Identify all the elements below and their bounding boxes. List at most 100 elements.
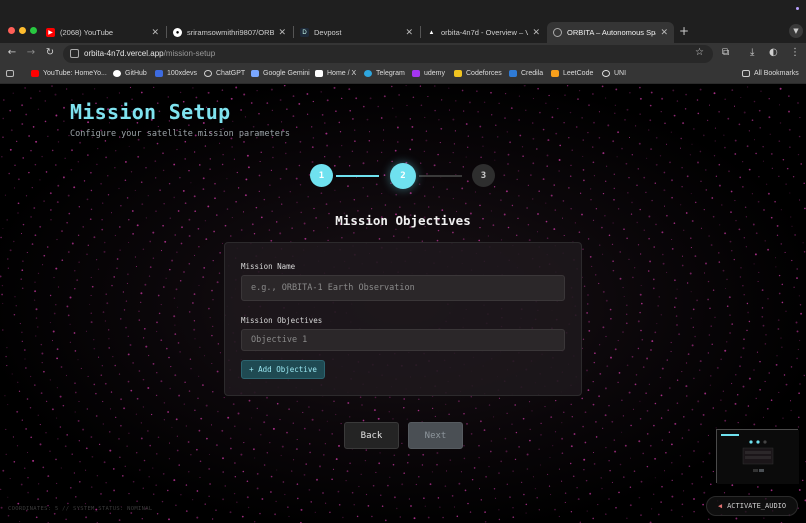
spiral-dot	[598, 395, 601, 398]
spiral-dot	[127, 353, 130, 356]
tab-devpost[interactable]: D Devpost ✕	[294, 22, 419, 43]
spiral-dot	[779, 122, 782, 124]
spiral-dot	[43, 370, 45, 373]
maximize-window-button[interactable]	[30, 27, 37, 34]
close-window-button[interactable]	[8, 27, 15, 34]
bookmark-item[interactable]: 100xdevs	[155, 70, 197, 77]
spiral-dot	[32, 459, 35, 462]
spiral-dot	[163, 419, 165, 421]
bookmark-item[interactable]: YouTube: HomeYo...	[31, 70, 107, 77]
spiral-dot	[707, 298, 709, 301]
bookmark-item[interactable]: udemy	[412, 70, 445, 77]
tab-orbita[interactable]: ORBITA – Autonomous Space ✕	[547, 22, 674, 43]
bookmark-item[interactable]: Home / X	[315, 70, 356, 77]
bookmark-item[interactable]: Google Gemini	[251, 70, 310, 77]
spiral-dot	[498, 102, 500, 104]
spiral-dot	[418, 475, 420, 478]
bookmark-item[interactable]: UNI	[602, 70, 626, 77]
minimize-window-button[interactable]	[19, 27, 26, 34]
spiral-dot	[153, 86, 155, 89]
spiral-dot	[490, 440, 493, 442]
menu-kebab-icon[interactable]: ⋮	[790, 47, 800, 58]
spiral-dot	[413, 202, 416, 205]
spiral-dot	[136, 500, 138, 503]
close-icon[interactable]: ✕	[405, 27, 413, 38]
new-tab-button[interactable]: +	[679, 24, 689, 38]
spiral-dot	[778, 274, 781, 277]
site-info-icon[interactable]	[70, 49, 79, 58]
spiral-dot	[614, 348, 617, 351]
close-icon[interactable]: ✕	[151, 27, 159, 38]
spiral-dot	[25, 367, 27, 369]
reload-icon[interactable]: ↻	[43, 47, 57, 58]
spiral-dot	[5, 428, 7, 430]
spiral-dot	[378, 462, 381, 465]
apps-grid-icon[interactable]	[6, 70, 18, 77]
close-icon[interactable]: ✕	[660, 27, 668, 38]
spiral-dot	[37, 414, 39, 416]
spiral-dot	[707, 280, 710, 283]
back-button[interactable]: Back	[344, 422, 399, 449]
spiral-dot	[635, 374, 638, 376]
spiral-dot	[281, 445, 284, 448]
spiral-dot	[705, 262, 707, 265]
spiral-dot	[47, 135, 49, 137]
spiral-dot	[64, 157, 66, 159]
bookmark-item[interactable]: LeetCode	[551, 70, 593, 77]
next-button[interactable]: Next	[408, 422, 463, 449]
audio-label: ACTIVATE_AUDIO	[727, 502, 787, 510]
spiral-dot	[729, 240, 732, 243]
spiral-dot	[758, 271, 760, 273]
spiral-dot	[629, 457, 632, 459]
spiral-dot	[160, 339, 163, 342]
mission-objectives-label: Mission Objectives	[241, 316, 323, 325]
tab-youtube[interactable]: ▶ (2068) YouTube ✕	[40, 22, 165, 43]
mission-name-input[interactable]	[241, 275, 565, 301]
spiral-dot	[420, 162, 422, 164]
spiral-dot	[383, 174, 386, 176]
tab-github[interactable]: ● sriramsowmithri9807/ORBITA ✕	[167, 22, 292, 43]
spiral-dot	[584, 411, 587, 414]
close-icon[interactable]: ✕	[278, 27, 286, 38]
download-icon[interactable]: ⤓	[750, 47, 754, 58]
spiral-dot	[480, 156, 482, 159]
extensions-icon[interactable]: ⧉	[722, 47, 729, 58]
spiral-dot	[694, 255, 697, 257]
objective-1-input[interactable]	[241, 329, 565, 351]
spiral-dot	[581, 117, 583, 119]
bookmark-item[interactable]: Codeforces	[454, 70, 502, 77]
spiral-dot	[681, 255, 684, 257]
spiral-dot	[64, 445, 67, 448]
spiral-dot	[784, 251, 786, 253]
all-bookmarks[interactable]: All Bookmarks	[742, 70, 799, 77]
spiral-dot	[321, 409, 324, 412]
spiral-dot	[112, 356, 114, 358]
spiral-dot	[668, 387, 671, 389]
bookmark-item[interactable]: GitHub	[113, 70, 147, 77]
tab-vercel[interactable]: ▲ orbita-4n7d - Overview – Ver ✕	[421, 22, 546, 43]
spiral-dot	[532, 162, 535, 165]
spiral-dot	[462, 238, 465, 240]
forward-arrow-icon[interactable]: →	[24, 47, 38, 58]
spiral-dot	[425, 139, 428, 142]
bookmark-item[interactable]: ChatGPT	[204, 70, 245, 77]
add-objective-button[interactable]: + Add Objective	[241, 360, 325, 379]
spiral-dot	[35, 516, 38, 519]
avatar[interactable]: ◐	[769, 47, 778, 58]
url-text[interactable]: orbita-4n7d.vercel.app/mission-setup	[84, 49, 215, 58]
page-preview-thumbnail[interactable]	[716, 429, 799, 484]
bookmark-item[interactable]: Telegram	[364, 70, 405, 77]
spiral-dot	[127, 273, 129, 276]
bookmark-item[interactable]: Credila	[509, 70, 543, 77]
bookmark-star-icon[interactable]: ☆	[695, 47, 704, 58]
spiral-dot	[681, 515, 683, 518]
spiral-dot	[196, 490, 199, 492]
spiral-dot	[140, 422, 142, 424]
spiral-dot	[781, 283, 784, 286]
activate-audio-button[interactable]: ◀ ACTIVATE_AUDIO	[706, 496, 798, 516]
back-arrow-icon[interactable]: ←	[5, 47, 19, 58]
mission-setup-page: Mission Setup Configure your satellite m…	[0, 85, 806, 523]
tab-search-button[interactable]: ▼	[789, 24, 803, 38]
close-icon[interactable]: ✕	[532, 27, 540, 38]
spiral-dot	[369, 97, 372, 100]
